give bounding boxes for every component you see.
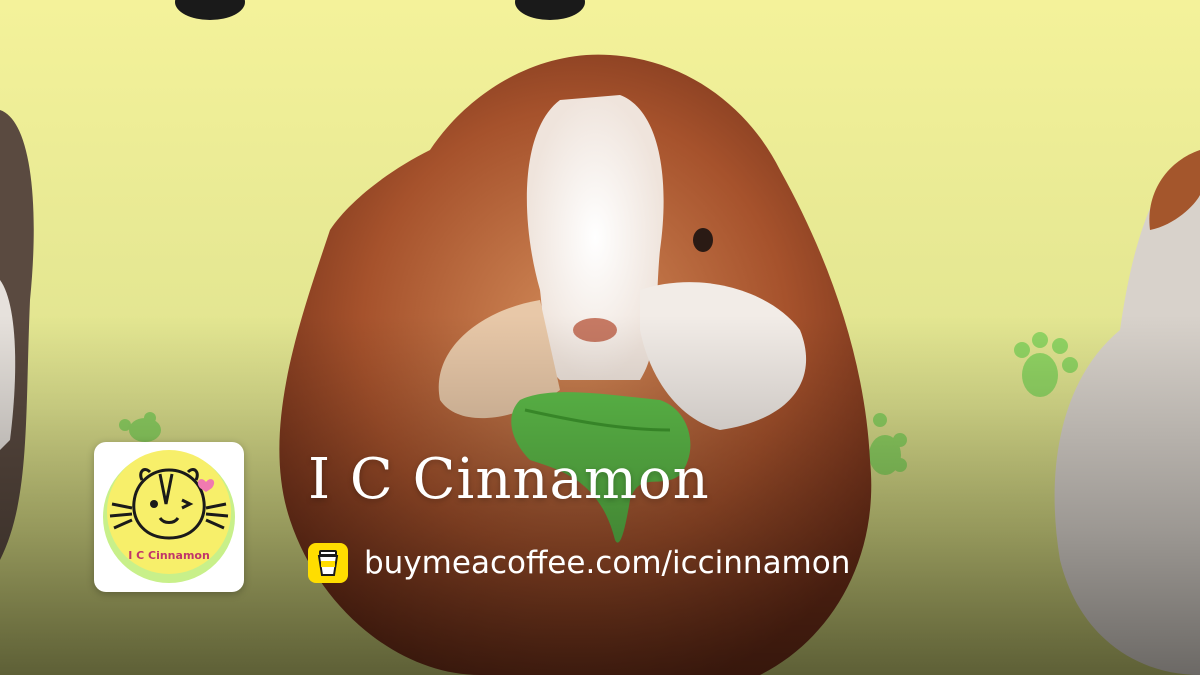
coffee-cup-icon: [308, 543, 348, 583]
avatar[interactable]: I C Cinnamon: [94, 442, 244, 592]
profile-url[interactable]: buymeacoffee.com/iccinnamon: [364, 545, 850, 581]
page-title: I C Cinnamon: [308, 447, 710, 512]
guinea-pig-logo-icon: I C Cinnamon: [103, 450, 235, 583]
avatar-caption: I C Cinnamon: [128, 549, 210, 562]
profile-link[interactable]: buymeacoffee.com/iccinnamon: [308, 540, 850, 586]
